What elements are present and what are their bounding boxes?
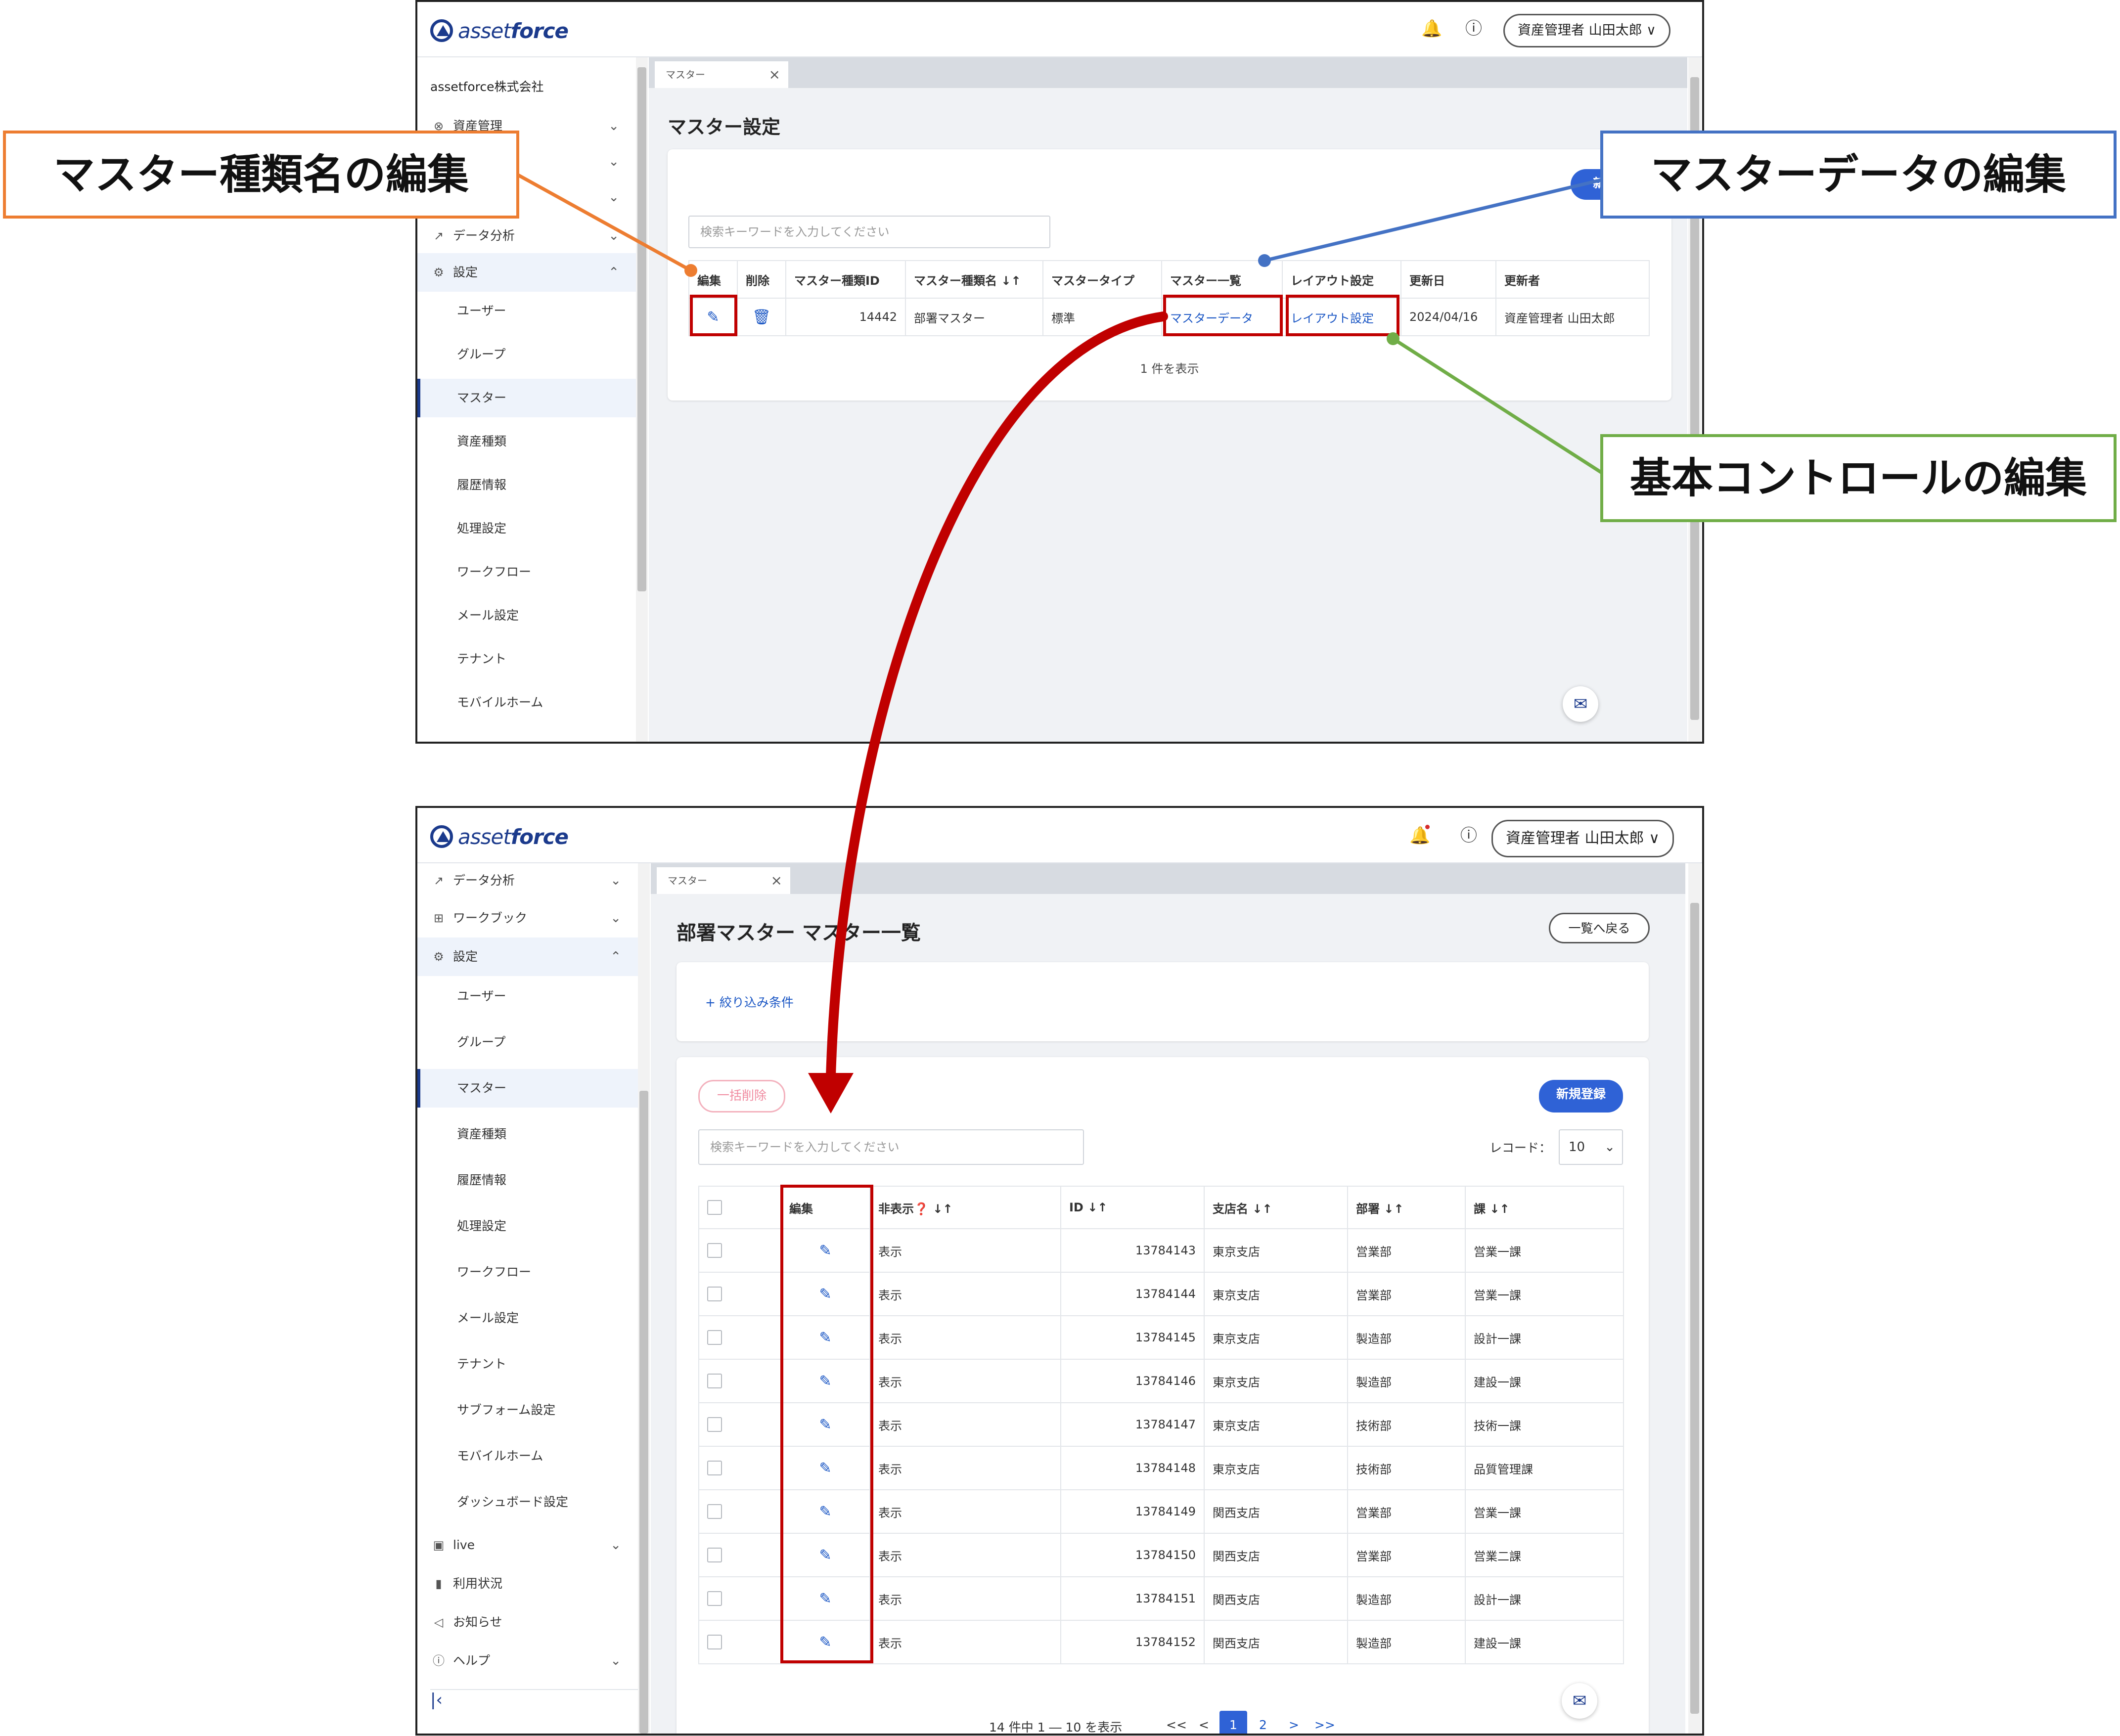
green-leader-dot (1387, 332, 1399, 345)
blue-leader-dot (1258, 254, 1271, 267)
red-arrow-head (808, 1073, 854, 1113)
orange-leader-line (516, 173, 692, 272)
orange-leader-dot (684, 264, 697, 277)
callout-basic-control: 基本コントロールの編集 (1600, 434, 2117, 522)
callout-master-data: マスターデータの編集 (1600, 131, 2117, 219)
callout-master-type-name: マスター種類名の編集 (3, 131, 519, 219)
green-leader-line (1392, 337, 1604, 475)
annotation-layer (516, 173, 1604, 1113)
blue-leader-line (1264, 178, 1604, 263)
red-flow-arrow (826, 312, 1168, 1082)
